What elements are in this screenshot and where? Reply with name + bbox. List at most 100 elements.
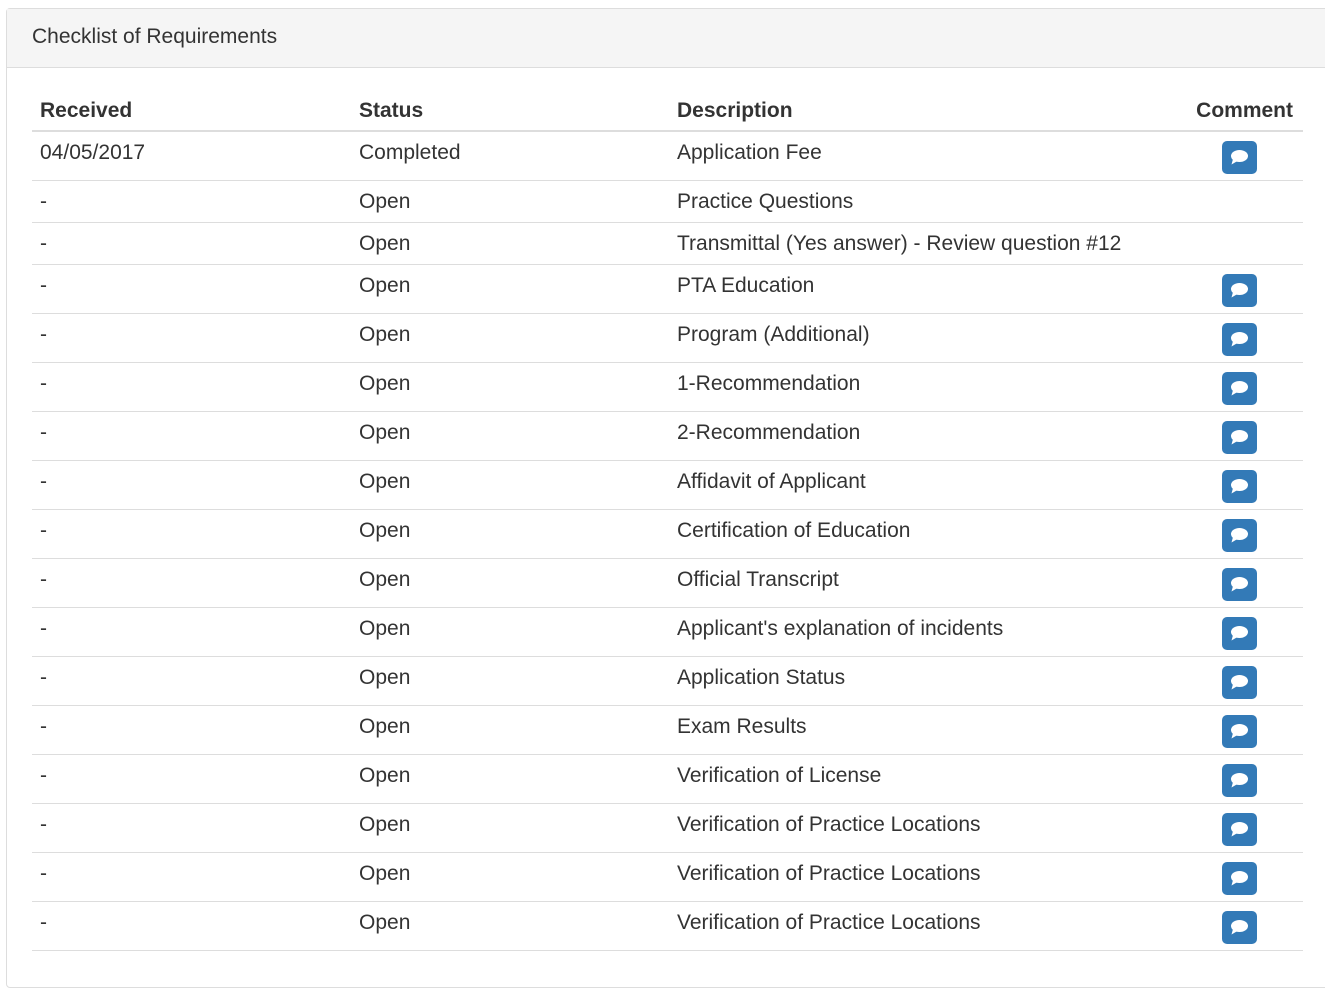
comment-cell (1139, 509, 1303, 559)
received-cell: - (32, 656, 351, 706)
table-row: - Open 2-Recommendation (32, 411, 1303, 461)
table-row: 04/05/2017 Completed Application Fee (32, 131, 1303, 181)
comment-icon (1231, 576, 1248, 591)
description-cell: Verification of License (669, 754, 1139, 804)
table-row: - Open Application Status (32, 656, 1303, 706)
status-cell: Open (351, 313, 669, 363)
comment-button[interactable] (1222, 567, 1257, 601)
comment-cell (1139, 362, 1303, 412)
status-cell: Open (351, 362, 669, 412)
description-cell: Exam Results (669, 705, 1139, 755)
table-row: - Open Practice Questions (32, 180, 1303, 223)
description-cell: Official Transcript (669, 558, 1139, 608)
received-cell: 04/05/2017 (32, 131, 351, 181)
description-cell: Transmittal (Yes answer) - Review questi… (669, 222, 1139, 265)
received-cell: - (32, 362, 351, 412)
comment-icon (1231, 150, 1248, 165)
table-header-row: Received Status Description Comment (32, 91, 1303, 132)
status-cell: Open (351, 901, 669, 951)
table-row: - Open Applicant's explanation of incident… (32, 607, 1303, 657)
comment-icon (1231, 723, 1248, 738)
description-cell: 1-Recommendation (669, 362, 1139, 412)
comment-cell (1139, 901, 1303, 951)
received-cell: - (32, 460, 351, 510)
comment-button[interactable] (1222, 861, 1257, 895)
comment-cell (1139, 460, 1303, 510)
table-row: - Open Exam Results (32, 705, 1303, 755)
status-cell: Open (351, 411, 669, 461)
comment-cell (1139, 180, 1303, 223)
comment-button[interactable] (1222, 322, 1257, 356)
comment-icon (1231, 919, 1248, 934)
comment-button[interactable] (1222, 812, 1257, 846)
table-row: - Open Official Transcript (32, 558, 1303, 608)
comment-icon (1231, 478, 1248, 493)
received-cell: - (32, 313, 351, 363)
comment-icon (1231, 821, 1248, 836)
table-row: - Open Transmittal (Yes answer) - Review q… (32, 222, 1303, 265)
received-cell: - (32, 264, 351, 314)
comment-cell (1139, 754, 1303, 804)
comment-button[interactable] (1222, 141, 1257, 174)
comment-button[interactable] (1222, 714, 1257, 748)
comment-button[interactable] (1222, 469, 1257, 503)
table-body: 04/05/2017 Completed Application Fee - Open P… (32, 131, 1303, 951)
comment-cell (1139, 705, 1303, 755)
description-cell: Application Status (669, 656, 1139, 706)
comment-cell (1139, 656, 1303, 706)
table-row: - Open Program (Additional) (32, 313, 1303, 363)
comment-button[interactable] (1222, 763, 1257, 797)
received-cell: - (32, 901, 351, 951)
description-cell: Verification of Practice Locations (669, 901, 1139, 951)
status-cell: Open (351, 264, 669, 314)
comment-button[interactable] (1222, 371, 1257, 405)
header-status: Status (351, 91, 669, 132)
comment-button[interactable] (1222, 665, 1257, 699)
received-cell: - (32, 803, 351, 853)
comment-icon (1231, 429, 1248, 444)
comment-cell (1139, 607, 1303, 657)
status-cell: Open (351, 509, 669, 559)
comment-cell (1139, 313, 1303, 363)
received-cell: - (32, 411, 351, 461)
status-cell: Open (351, 754, 669, 804)
comment-button[interactable] (1222, 420, 1257, 454)
comment-button[interactable] (1222, 518, 1257, 552)
status-cell: Open (351, 852, 669, 902)
description-cell: Affidavit of Applicant (669, 460, 1139, 510)
description-cell: Program (Additional) (669, 313, 1139, 363)
status-cell: Open (351, 607, 669, 657)
requirements-table: Received Status Description Comment 04/0… (32, 91, 1303, 951)
received-cell: - (32, 509, 351, 559)
comment-cell (1139, 803, 1303, 853)
received-cell: - (32, 705, 351, 755)
table-row: - Open Verification of Practice Locations (32, 803, 1303, 853)
table-row: - Open 1-Recommendation (32, 362, 1303, 412)
received-cell: - (32, 852, 351, 902)
comment-cell (1139, 558, 1303, 608)
header-comment: Comment (1139, 91, 1303, 132)
description-cell: Applicant's explanation of incidents (669, 607, 1139, 657)
header-description: Description (669, 91, 1139, 132)
comment-cell (1139, 222, 1303, 265)
status-cell: Open (351, 460, 669, 510)
status-cell: Open (351, 222, 669, 265)
received-cell: - (32, 754, 351, 804)
received-cell: - (32, 558, 351, 608)
comment-icon (1231, 625, 1248, 640)
description-cell: Application Fee (669, 131, 1139, 181)
comment-cell (1139, 411, 1303, 461)
table-row: - Open PTA Education (32, 264, 1303, 314)
status-cell: Open (351, 558, 669, 608)
table-row: - Open Certification of Education (32, 509, 1303, 559)
comment-button[interactable] (1222, 910, 1257, 944)
comment-icon (1231, 674, 1248, 689)
comment-icon (1231, 870, 1248, 885)
table-row: - Open Affidavit of Applicant (32, 460, 1303, 510)
comment-icon (1231, 772, 1248, 787)
received-cell: - (32, 222, 351, 265)
header-received: Received (32, 91, 351, 132)
comment-button[interactable] (1222, 273, 1257, 307)
comment-button[interactable] (1222, 616, 1257, 650)
status-cell: Open (351, 803, 669, 853)
